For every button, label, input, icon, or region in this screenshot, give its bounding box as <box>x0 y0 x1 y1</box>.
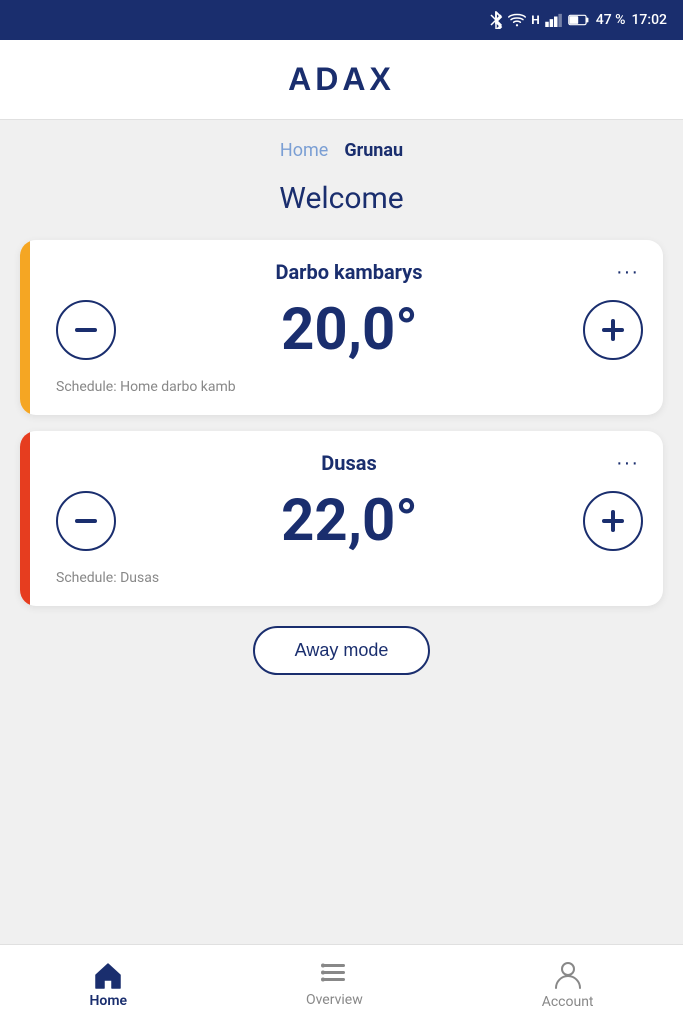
temperature-dusas: 22,0° <box>281 487 418 555</box>
away-mode-container: Away mode <box>20 626 663 675</box>
increase-temp-dusas[interactable] <box>583 491 643 551</box>
more-options-dusas[interactable]: ··· <box>612 452 643 475</box>
network-type: H <box>531 13 539 27</box>
home-icon <box>93 961 123 989</box>
battery-percent: 47 % <box>596 12 626 28</box>
card-accent-dusas <box>20 431 30 606</box>
decrease-temp-dusas[interactable] <box>56 491 116 551</box>
wifi-icon <box>508 13 526 27</box>
clock: 17:02 <box>631 12 667 28</box>
breadcrumb: Home Grunau <box>20 140 663 161</box>
device-card-dusas: Dusas ··· 22,0° Schedule: Dusas <box>20 431 663 606</box>
bluetooth-icon <box>489 11 503 29</box>
more-options-darbo[interactable]: ··· <box>612 261 643 284</box>
welcome-title: Welcome <box>20 181 663 216</box>
nav-label-overview: Overview <box>306 992 363 1008</box>
nav-item-overview[interactable]: Overview <box>286 954 383 1016</box>
bottom-nav: Home Overview Account <box>0 944 683 1024</box>
schedule-dusas: Schedule: Dusas <box>56 570 159 586</box>
status-bar: H 47 % 17:02 <box>0 0 683 40</box>
decrease-temp-darbo[interactable] <box>56 300 116 360</box>
card-header-dusas: Dusas ··· <box>56 451 643 475</box>
card-accent-darbo <box>20 240 30 415</box>
device-card-darbo: Darbo kambarys ··· 20,0° Schedule: Home … <box>20 240 663 415</box>
overview-icon <box>319 962 349 988</box>
battery-icon <box>568 14 590 26</box>
breadcrumb-home[interactable]: Home <box>280 140 328 161</box>
card-controls-darbo: 20,0° <box>56 296 643 364</box>
schedule-darbo: Schedule: Home darbo kamb <box>56 379 236 395</box>
temperature-darbo: 20,0° <box>281 296 418 364</box>
signal-icon <box>545 13 563 27</box>
increase-temp-darbo[interactable] <box>583 300 643 360</box>
app-header: ADAX <box>0 40 683 120</box>
breadcrumb-current[interactable]: Grunau <box>344 140 403 161</box>
nav-label-account: Account <box>542 994 594 1010</box>
device-name-dusas: Dusas <box>86 451 612 475</box>
card-controls-dusas: 22,0° <box>56 487 643 555</box>
app-logo: ADAX <box>288 61 395 98</box>
status-icons: H <box>489 11 589 29</box>
account-icon <box>554 960 582 990</box>
away-mode-button[interactable]: Away mode <box>253 626 431 675</box>
nav-label-home: Home <box>89 993 127 1009</box>
card-header-darbo: Darbo kambarys ··· <box>56 260 643 284</box>
main-content: Home Grunau Welcome Darbo kambarys ··· 2… <box>0 120 683 944</box>
nav-item-home[interactable]: Home <box>69 953 147 1017</box>
device-name-darbo: Darbo kambarys <box>86 260 612 284</box>
nav-item-account[interactable]: Account <box>522 952 614 1018</box>
